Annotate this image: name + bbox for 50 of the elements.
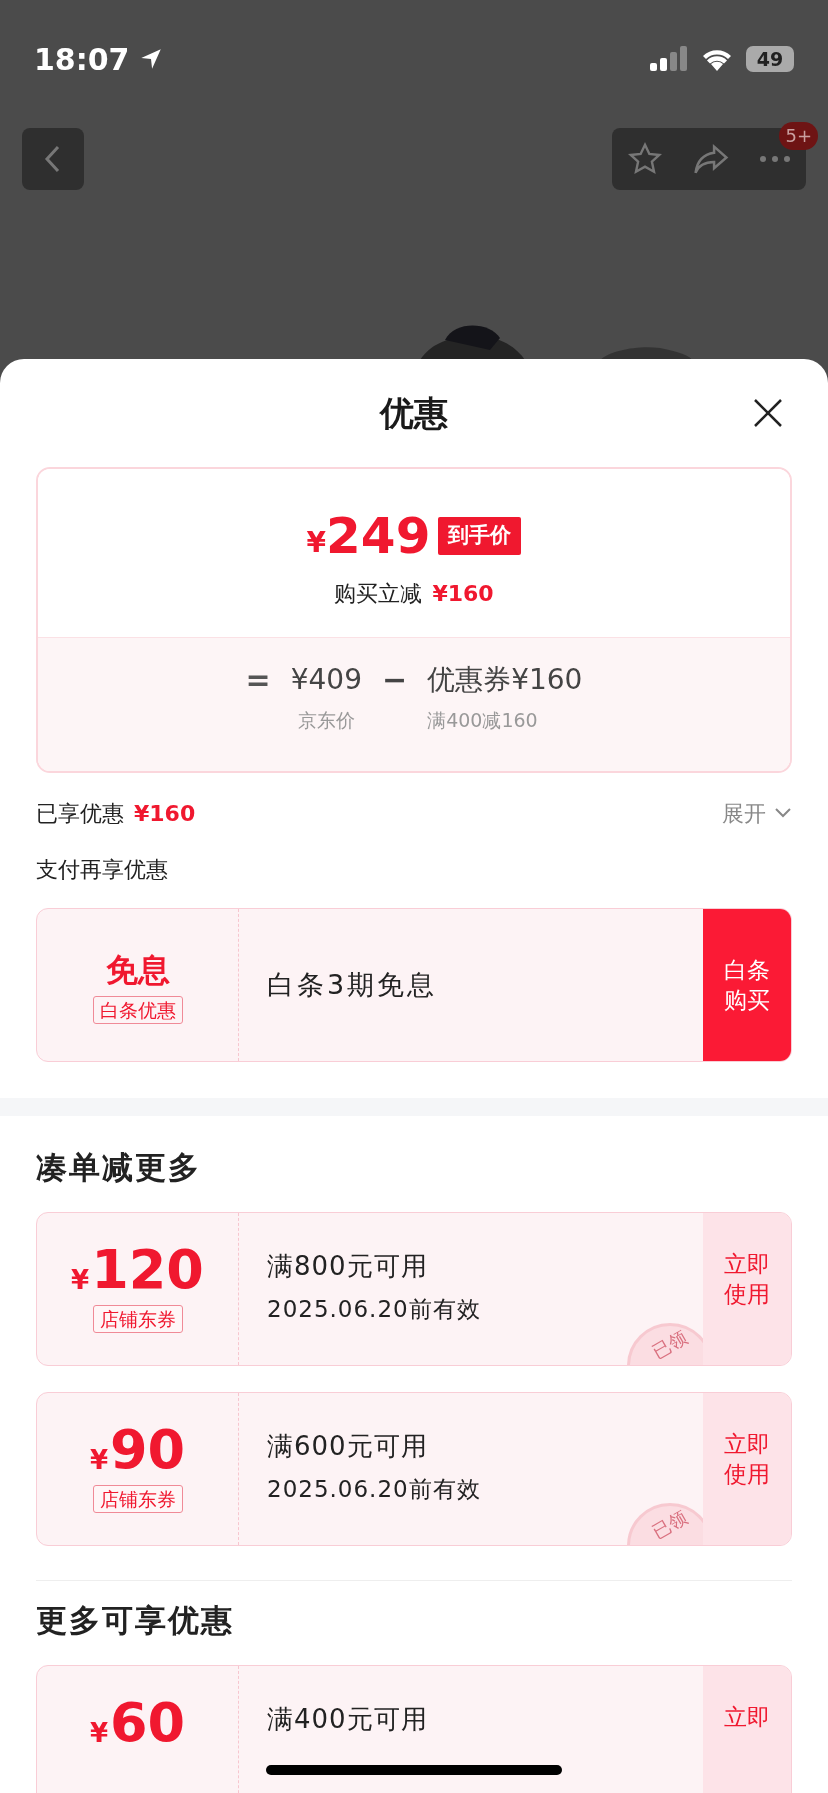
coupon-amount: 60	[109, 1696, 186, 1750]
currency-symbol: ¥	[306, 529, 327, 557]
jd-price: ¥409	[290, 662, 362, 698]
currency-symbol: ¥	[89, 1447, 108, 1473]
use-now-button[interactable]: 立即使用	[703, 1213, 791, 1365]
enjoyed-label: 已享优惠	[36, 799, 124, 828]
currency-symbol: ¥	[71, 1267, 90, 1293]
equals-sign: =	[245, 662, 271, 699]
more-icon[interactable]	[759, 155, 792, 163]
jd-price-caption: 京东价	[297, 708, 355, 733]
section-title: 更多可享优惠	[36, 1600, 234, 1640]
coupon-condition: 满400元可用	[267, 1704, 429, 1734]
expand-toggle[interactable]: 展开	[722, 796, 792, 830]
close-button[interactable]	[752, 397, 784, 429]
minus-sign: −	[382, 662, 408, 699]
back-button[interactable]	[22, 128, 84, 190]
coupon-condition: 满800元可用	[267, 1251, 429, 1281]
enjoyed-amount: ¥160	[134, 799, 196, 828]
status-time: 18:07	[34, 40, 130, 79]
coupon-validity: 2025.06.20前有效	[267, 1295, 482, 1323]
sheet-title: 优惠	[380, 391, 448, 435]
offer-tag: 白条优惠	[92, 996, 183, 1024]
notification-badge: 5+	[779, 122, 818, 150]
section-title: 凑单减更多	[36, 1147, 201, 1187]
offer-headline: 免息	[105, 950, 170, 991]
coupon-amount: 90	[109, 1423, 186, 1477]
saving-label: 购买立减	[334, 580, 423, 608]
saving-amount: ¥160	[432, 580, 494, 608]
share-icon[interactable]	[692, 142, 730, 176]
star-icon[interactable]	[626, 141, 663, 177]
signal-icon	[650, 46, 688, 72]
currency-symbol: ¥	[89, 1720, 108, 1746]
coupon-validity: 2025.06.20前有效	[267, 1475, 482, 1503]
claimed-stamp: 已领	[627, 1323, 703, 1365]
section-title: 支付再享优惠	[36, 857, 168, 882]
chevron-icon	[774, 807, 792, 819]
coupon-tag: 店铺东券	[92, 1485, 183, 1513]
coupon-amount: 120	[91, 1243, 204, 1297]
battery-indicator: 49	[746, 46, 794, 72]
offer-description: 白条3期免息	[267, 967, 438, 1002]
use-now-button[interactable]: 立即	[703, 1666, 791, 1793]
final-price: 249	[326, 511, 431, 561]
coupon-discount: 优惠券¥160	[427, 662, 583, 698]
coupon-condition: 满600元可用	[267, 1431, 429, 1461]
claimed-stamp: 已领	[627, 1503, 703, 1545]
coupon-tag: 店铺东券	[92, 1305, 183, 1333]
final-price-tag: 到手价	[438, 517, 522, 555]
coupon-caption: 满400减160	[427, 708, 538, 733]
baitiao-buy-button[interactable]: 白条购买	[703, 909, 791, 1061]
use-now-button[interactable]: 立即使用	[703, 1393, 791, 1545]
